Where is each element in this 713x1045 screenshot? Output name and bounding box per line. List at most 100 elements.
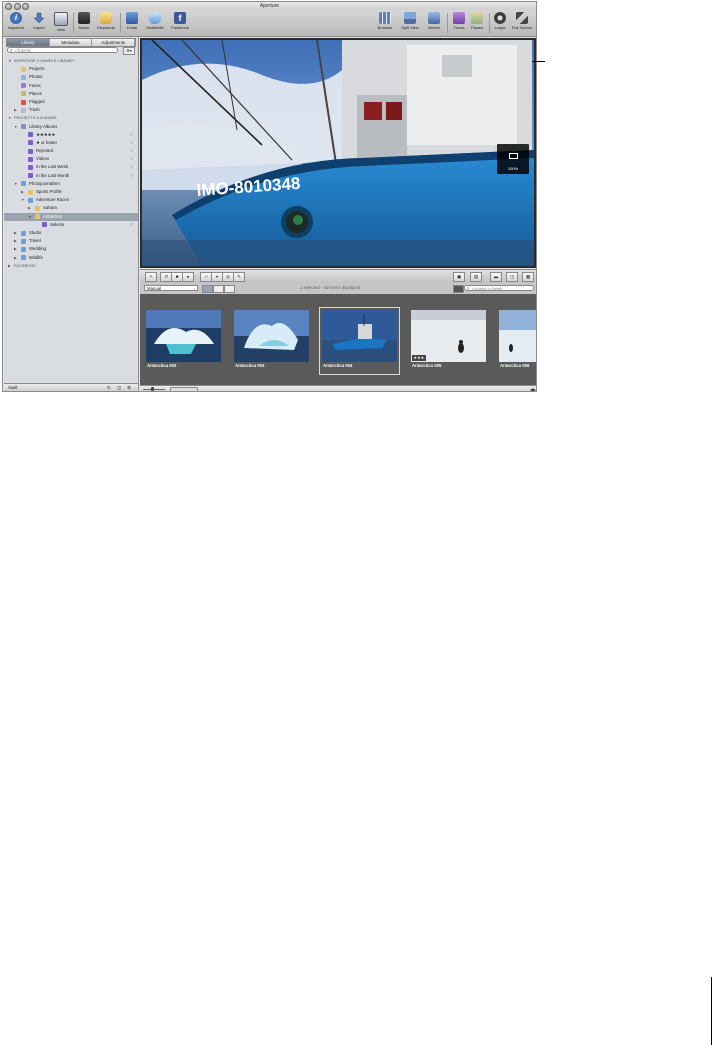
- filter-hud-button[interactable]: [453, 285, 464, 293]
- disclosure-closed-icon[interactable]: ▶: [14, 106, 17, 114]
- browser-search-input[interactable]: ⚲ Unrated or Better: [464, 285, 534, 291]
- disclosure-open-icon[interactable]: ▼: [14, 123, 17, 131]
- disclosure-closed-icon[interactable]: ▶: [8, 262, 11, 270]
- import-button[interactable]: Import: [28, 12, 50, 30]
- minimize-window-button[interactable]: [13, 3, 21, 10]
- close-window-button[interactable]: [5, 3, 12, 10]
- sort-select[interactable]: Manual ↕: [144, 285, 198, 291]
- sidebar-item-studio[interactable]: ▶ Studio: [4, 229, 138, 237]
- facebook-button[interactable]: f Facebook: [169, 12, 191, 30]
- smart-album-rejected[interactable]: Rejected ⚲: [4, 147, 138, 155]
- sidebar-item-photos[interactable]: Photos: [4, 73, 138, 81]
- mobileme-button[interactable]: MobileMe: [144, 12, 166, 30]
- list-view-button[interactable]: [224, 285, 235, 293]
- smart-settings-icon[interactable]: ⚲: [130, 163, 133, 171]
- smart-settings-icon[interactable]: ⚲: [130, 139, 133, 147]
- viewer-mode-button[interactable]: ▣: [453, 272, 465, 282]
- places-button[interactable]: Places: [466, 12, 488, 30]
- sidebar-item-trash[interactable]: ▶ Trash: [4, 106, 138, 114]
- multi-viewer-button[interactable]: ▤: [470, 272, 482, 282]
- disclosure-closed-icon[interactable]: ▶: [14, 254, 17, 262]
- disclosure-closed-icon[interactable]: ▶: [28, 204, 31, 212]
- loupe-button[interactable]: Loupe: [489, 12, 511, 30]
- zoom-window-button[interactable]: [22, 3, 29, 10]
- brush-button[interactable]: ✎: [233, 272, 245, 282]
- full-screen-button[interactable]: Full Screen: [511, 12, 533, 30]
- disclosure-closed-icon[interactable]: ▶: [14, 245, 17, 253]
- split-layout-button[interactable]: ◫: [506, 272, 518, 282]
- smart-album-last-week[interactable]: In the Last Week ⚲: [4, 163, 138, 171]
- update-vault-icon[interactable]: ↻: [107, 384, 111, 391]
- sidebar-item-sahara[interactable]: ▶ Sahara: [4, 204, 138, 212]
- inspector-button[interactable]: i Inspector: [5, 12, 27, 30]
- email-button[interactable]: Email: [121, 12, 143, 30]
- library-search-input[interactable]: ⚲ All Items: [7, 47, 118, 53]
- grid-view-button[interactable]: [213, 285, 224, 293]
- browser-button[interactable]: Browser: [374, 12, 396, 30]
- sidebar-item-sports-profile[interactable]: ▶ Sports Profile: [4, 188, 138, 196]
- filmstrip-view-button[interactable]: [202, 285, 213, 293]
- disclosure-open-icon[interactable]: ▼: [21, 196, 24, 204]
- name-button[interactable]: Name: [73, 12, 95, 30]
- thumbnail-antarctica-006[interactable]: Antarctica 006: [499, 310, 536, 372]
- sidebar-item-projects[interactable]: Projects: [4, 65, 138, 73]
- smart-album-last-month[interactable]: In the Last Month ⚲: [4, 172, 138, 180]
- tab-adjustments[interactable]: Adjustments: [92, 39, 136, 46]
- disclosure-closed-icon[interactable]: ▶: [14, 229, 17, 237]
- library-header[interactable]: ▼ APERTURE 3 SAMPLE LIBRARY: [4, 57, 138, 65]
- gear-icon[interactable]: ⚙: [127, 384, 131, 391]
- horizontal-scrollbar[interactable]: [170, 387, 198, 391]
- search-icon: ⚲: [466, 286, 470, 291]
- image-viewer[interactable]: IMO-8010348 100%: [140, 38, 536, 268]
- smart-album-videos[interactable]: Videos ⚲: [4, 155, 138, 163]
- smart-settings-icon[interactable]: ⚲: [130, 172, 133, 180]
- projects-albums-header[interactable]: ▼ PROJECTS & ALBUMS: [4, 114, 138, 122]
- disclosure-open-icon[interactable]: ▼: [8, 57, 11, 65]
- tab-metadata[interactable]: Metadata: [49, 39, 93, 46]
- smart-album-five-stars[interactable]: ★★★★★ ⚲: [4, 131, 138, 139]
- sidebar-item-library-albums[interactable]: ▼ Library Albums: [4, 123, 138, 131]
- filmstrip-layout-button[interactable]: ▦: [522, 272, 534, 282]
- action-menu-button[interactable]: ⚙▾: [123, 47, 135, 55]
- split-view-button[interactable]: Split View: [399, 12, 421, 30]
- lift-button[interactable]: ●: [182, 272, 194, 282]
- sidebar-item-selects[interactable]: Selects ⚲: [4, 221, 138, 229]
- disclosure-open-icon[interactable]: ▼: [8, 114, 11, 122]
- sidebar-item-flagged[interactable]: Flagged: [4, 98, 138, 106]
- title-bar[interactable]: Aperture: [3, 2, 536, 10]
- keywords-button[interactable]: Keywords: [95, 12, 117, 30]
- disclosure-closed-icon[interactable]: ▶: [21, 188, 24, 196]
- disclosure-open-icon[interactable]: ▼: [14, 180, 17, 188]
- sidebar-item-antarctica[interactable]: ▼ Antarctica: [4, 212, 138, 221]
- smart-settings-icon[interactable]: ⚲: [130, 221, 133, 229]
- sidebar-item-faces[interactable]: Faces: [4, 82, 138, 90]
- thumbnail-size-slider[interactable]: [143, 389, 165, 390]
- thumbnail-antarctica-005[interactable]: ★★★ Antarctica 005: [411, 310, 486, 372]
- smart-settings-icon[interactable]: ⚲: [130, 155, 133, 163]
- smart-settings-icon[interactable]: ⚲: [130, 147, 133, 155]
- sidebar-item-photojournalism[interactable]: ▼ Photojournalism: [4, 180, 138, 188]
- viewer-button[interactable]: Viewer: [423, 12, 445, 30]
- smart-album-one-star[interactable]: ★ or better ⚲: [4, 139, 138, 147]
- smart-settings-icon[interactable]: ⚲: [130, 131, 133, 139]
- thumbnail-antarctica-004[interactable]: Antarctica 004: [319, 307, 400, 375]
- sidebar-item-wildlife[interactable]: ▶ Wildlife: [4, 254, 138, 262]
- vault-add-icon[interactable]: ◫: [117, 384, 121, 391]
- metadata-overlay-button[interactable]: ▬: [490, 272, 502, 282]
- navigator-hud[interactable]: 100%: [497, 144, 529, 174]
- disclosure-closed-icon[interactable]: ▶: [14, 237, 17, 245]
- new-button[interactable]: New: [50, 12, 72, 32]
- selection-tool-button[interactable]: ↖: [145, 272, 157, 282]
- thumbnail-antarctica-002[interactable]: Antarctica 002: [146, 310, 221, 372]
- sidebar-item-places[interactable]: Places: [4, 90, 138, 98]
- slider-knob[interactable]: [151, 387, 154, 391]
- facebook-header[interactable]: ▶ FACEBOOK: [4, 262, 138, 270]
- thumbnail-antarctica-003[interactable]: Antarctica 003: [234, 310, 309, 372]
- tab-library[interactable]: Library: [7, 39, 50, 46]
- vault-label[interactable]: Vault: [8, 384, 17, 391]
- sidebar-item-adventure-races[interactable]: ▼ Adventure Races: [4, 196, 138, 204]
- disclosure-open-icon[interactable]: ▼: [28, 213, 31, 221]
- sidebar-item-wedding[interactable]: ▶ Wedding: [4, 245, 138, 253]
- scroll-arrows-icon[interactable]: ◀▶: [530, 386, 536, 391]
- sidebar-item-travel[interactable]: ▶ Travel: [4, 237, 138, 245]
